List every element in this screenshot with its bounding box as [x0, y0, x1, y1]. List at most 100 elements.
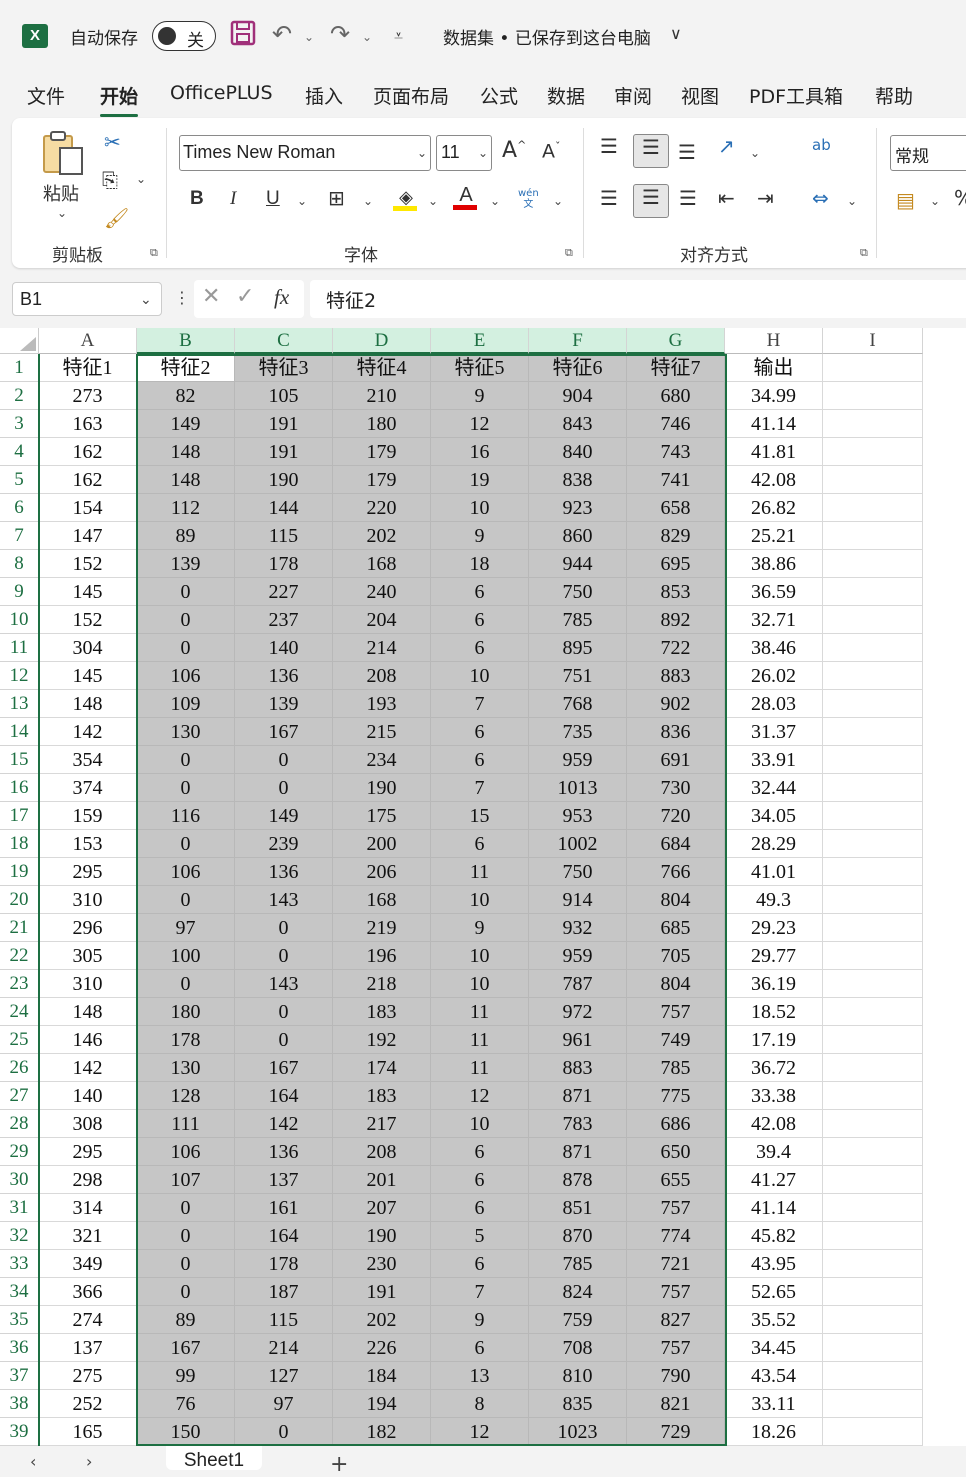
table-cell[interactable]: 895	[529, 634, 627, 662]
table-cell[interactable]: 153	[39, 830, 137, 858]
table-cell[interactable]: 194	[333, 1390, 431, 1418]
table-cell[interactable]: 143	[235, 886, 333, 914]
table-cell[interactable]	[823, 1082, 923, 1110]
table-cell[interactable]: 164	[235, 1222, 333, 1250]
table-cell[interactable]: 366	[39, 1278, 137, 1306]
table-cell[interactable]: 145	[39, 578, 137, 606]
row-header[interactable]: 34	[0, 1278, 39, 1306]
table-cell[interactable]: 18.26	[725, 1418, 823, 1446]
table-cell[interactable]: 97	[235, 1390, 333, 1418]
table-cell[interactable]: 824	[529, 1278, 627, 1306]
table-cell[interactable]: 89	[137, 522, 235, 550]
table-cell[interactable]: 202	[333, 1306, 431, 1334]
table-cell[interactable]: 193	[333, 690, 431, 718]
cancel-icon[interactable]: ✕	[202, 284, 220, 309]
table-cell[interactable]: 6	[431, 1166, 529, 1194]
document-title[interactable]: 数据集 • 已保存到这台电脑	[443, 24, 651, 49]
table-cell[interactable]: 215	[333, 718, 431, 746]
table-cell[interactable]: 109	[137, 690, 235, 718]
tab-file[interactable]: 文件	[27, 82, 65, 109]
table-cell[interactable]: 106	[137, 858, 235, 886]
table-cell[interactable]	[823, 858, 923, 886]
table-cell[interactable]: 252	[39, 1390, 137, 1418]
table-cell[interactable]: 273	[39, 382, 137, 410]
table-cell[interactable]: 31.37	[725, 718, 823, 746]
table-cell[interactable]: 167	[235, 718, 333, 746]
table-cell[interactable]: 28.03	[725, 690, 823, 718]
table-cell[interactable]: 26.02	[725, 662, 823, 690]
column-header-g[interactable]: G	[627, 328, 725, 354]
table-cell[interactable]: 0	[235, 914, 333, 942]
tab-data[interactable]: 数据	[547, 82, 585, 109]
table-cell[interactable]: 152	[39, 550, 137, 578]
row-header[interactable]: 37	[0, 1362, 39, 1390]
table-cell[interactable]: 686	[627, 1110, 725, 1138]
clipboard-launcher-icon[interactable]: ⧉	[150, 246, 158, 260]
table-cell[interactable]: 15	[431, 802, 529, 830]
table-cell[interactable]: 106	[137, 1138, 235, 1166]
table-cell[interactable]: 89	[137, 1306, 235, 1334]
table-cell[interactable]: 785	[529, 606, 627, 634]
table-cell[interactable]: 34.99	[725, 382, 823, 410]
table-cell[interactable]: 147	[39, 522, 137, 550]
table-cell[interactable]: 883	[529, 1054, 627, 1082]
row-header[interactable]: 38	[0, 1390, 39, 1418]
column-header-e[interactable]: E	[431, 328, 529, 354]
header-cell[interactable]: 特征3	[235, 354, 333, 382]
table-cell[interactable]: 136	[235, 662, 333, 690]
font-color-icon[interactable]: A	[453, 182, 479, 210]
table-cell[interactable]: 45.82	[725, 1222, 823, 1250]
table-cell[interactable]: 6	[431, 578, 529, 606]
table-cell[interactable]	[823, 774, 923, 802]
currency-dropdown-icon[interactable]: ⌄	[930, 194, 940, 208]
table-cell[interactable]	[823, 578, 923, 606]
table-cell[interactable]	[823, 1306, 923, 1334]
sheet-tab-sheet1[interactable]: Sheet1	[166, 1446, 262, 1471]
table-cell[interactable]: 757	[627, 1334, 725, 1362]
row-header[interactable]: 4	[0, 438, 39, 466]
table-cell[interactable]: 29.23	[725, 914, 823, 942]
table-cell[interactable]: 853	[627, 578, 725, 606]
row-header[interactable]: 28	[0, 1110, 39, 1138]
table-cell[interactable]: 204	[333, 606, 431, 634]
table-cell[interactable]: 923	[529, 494, 627, 522]
table-cell[interactable]: 164	[235, 1082, 333, 1110]
table-cell[interactable]: 18	[431, 550, 529, 578]
table-cell[interactable]: 708	[529, 1334, 627, 1362]
table-cell[interactable]: 130	[137, 718, 235, 746]
table-cell[interactable]: 295	[39, 1138, 137, 1166]
increase-font-size-icon[interactable]: A^	[502, 138, 526, 163]
table-cell[interactable]: 168	[333, 886, 431, 914]
table-cell[interactable]: 6	[431, 746, 529, 774]
row-header[interactable]: 33	[0, 1250, 39, 1278]
table-cell[interactable]: 6	[431, 718, 529, 746]
table-cell[interactable]: 29.77	[725, 942, 823, 970]
table-cell[interactable]: 840	[529, 438, 627, 466]
table-cell[interactable]: 175	[333, 802, 431, 830]
table-cell[interactable]: 0	[235, 942, 333, 970]
table-cell[interactable]: 190	[235, 466, 333, 494]
table-cell[interactable]: 201	[333, 1166, 431, 1194]
table-cell[interactable]: 34.45	[725, 1334, 823, 1362]
row-header[interactable]: 26	[0, 1054, 39, 1082]
table-cell[interactable]: 187	[235, 1278, 333, 1306]
align-center-icon[interactable]: ☰	[633, 184, 669, 218]
table-cell[interactable]: 148	[137, 438, 235, 466]
table-cell[interactable]: 191	[235, 410, 333, 438]
table-cell[interactable]: 180	[137, 998, 235, 1026]
table-cell[interactable]: 190	[333, 1222, 431, 1250]
table-cell[interactable]: 274	[39, 1306, 137, 1334]
row-header[interactable]: 19	[0, 858, 39, 886]
table-cell[interactable]: 13	[431, 1362, 529, 1390]
row-header[interactable]: 6	[0, 494, 39, 522]
table-cell[interactable]: 217	[333, 1110, 431, 1138]
redo-dropdown-icon[interactable]: ⌄	[362, 30, 372, 44]
tab-formulas[interactable]: 公式	[480, 82, 518, 109]
table-cell[interactable]: 226	[333, 1334, 431, 1362]
table-cell[interactable]: 720	[627, 802, 725, 830]
table-cell[interactable]: 137	[235, 1166, 333, 1194]
table-cell[interactable]: 1023	[529, 1418, 627, 1446]
tab-insert[interactable]: 插入	[305, 82, 343, 109]
table-cell[interactable]: 750	[529, 578, 627, 606]
table-cell[interactable]	[823, 914, 923, 942]
